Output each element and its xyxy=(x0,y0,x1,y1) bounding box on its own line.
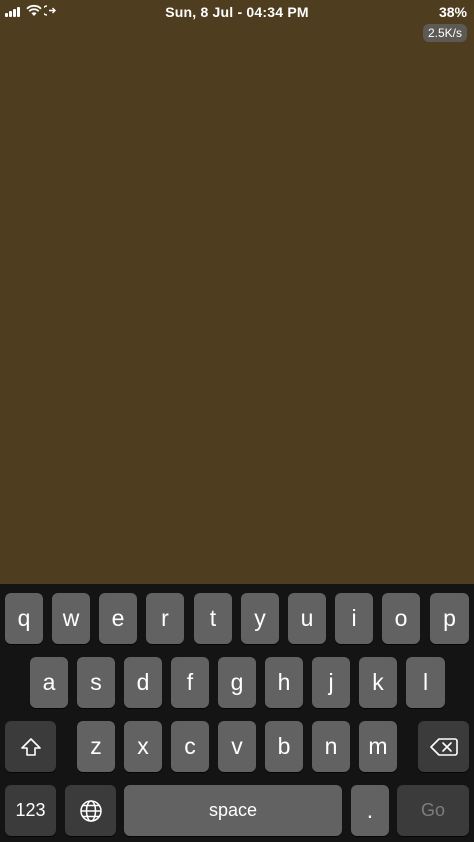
numbers-key[interactable]: 123 xyxy=(5,785,56,836)
key-n[interactable]: n xyxy=(312,721,350,772)
key-l[interactable]: l xyxy=(406,657,445,708)
period-key[interactable]: . xyxy=(351,785,389,836)
key-o[interactable]: o xyxy=(382,593,420,644)
shift-icon xyxy=(20,737,41,756)
key-v[interactable]: v xyxy=(218,721,256,772)
status-datetime: Sun, 8 Jul - 04:34 PM xyxy=(165,4,309,20)
delete-key[interactable] xyxy=(418,721,469,772)
status-bar: Sun, 8 Jul - 04:34 PM 38% 2.5K/s xyxy=(0,0,474,42)
key-x[interactable]: x xyxy=(124,721,162,772)
key-s[interactable]: s xyxy=(77,657,115,708)
key-w[interactable]: w xyxy=(52,593,90,644)
shift-key[interactable] xyxy=(5,721,56,772)
key-h[interactable]: h xyxy=(265,657,303,708)
key-j[interactable]: j xyxy=(312,657,350,708)
key-d[interactable]: d xyxy=(124,657,162,708)
key-r[interactable]: r xyxy=(146,593,184,644)
go-key[interactable]: Go xyxy=(397,785,469,836)
key-u[interactable]: u xyxy=(288,593,326,644)
network-speed-badge: 2.5K/s xyxy=(422,24,467,42)
backspace-icon xyxy=(429,737,458,756)
key-e[interactable]: e xyxy=(99,593,137,644)
globe-key[interactable] xyxy=(65,785,116,836)
key-b[interactable]: b xyxy=(265,721,303,772)
key-g[interactable]: g xyxy=(218,657,256,708)
space-key[interactable]: space xyxy=(124,785,342,836)
key-y[interactable]: y xyxy=(241,593,279,644)
key-f[interactable]: f xyxy=(171,657,209,708)
globe-icon xyxy=(79,799,102,822)
key-z[interactable]: z xyxy=(77,721,115,772)
key-q[interactable]: q xyxy=(5,593,43,644)
key-c[interactable]: c xyxy=(171,721,209,772)
on-screen-keyboard: q w e r t y u i o p a s d f g h j k l z … xyxy=(0,584,474,842)
key-i[interactable]: i xyxy=(335,593,373,644)
battery-percentage: 38% xyxy=(438,4,467,20)
key-m[interactable]: m xyxy=(359,721,397,772)
key-t[interactable]: t xyxy=(194,593,232,644)
key-a[interactable]: a xyxy=(30,657,68,708)
key-k[interactable]: k xyxy=(359,657,397,708)
key-p[interactable]: p xyxy=(430,593,469,644)
